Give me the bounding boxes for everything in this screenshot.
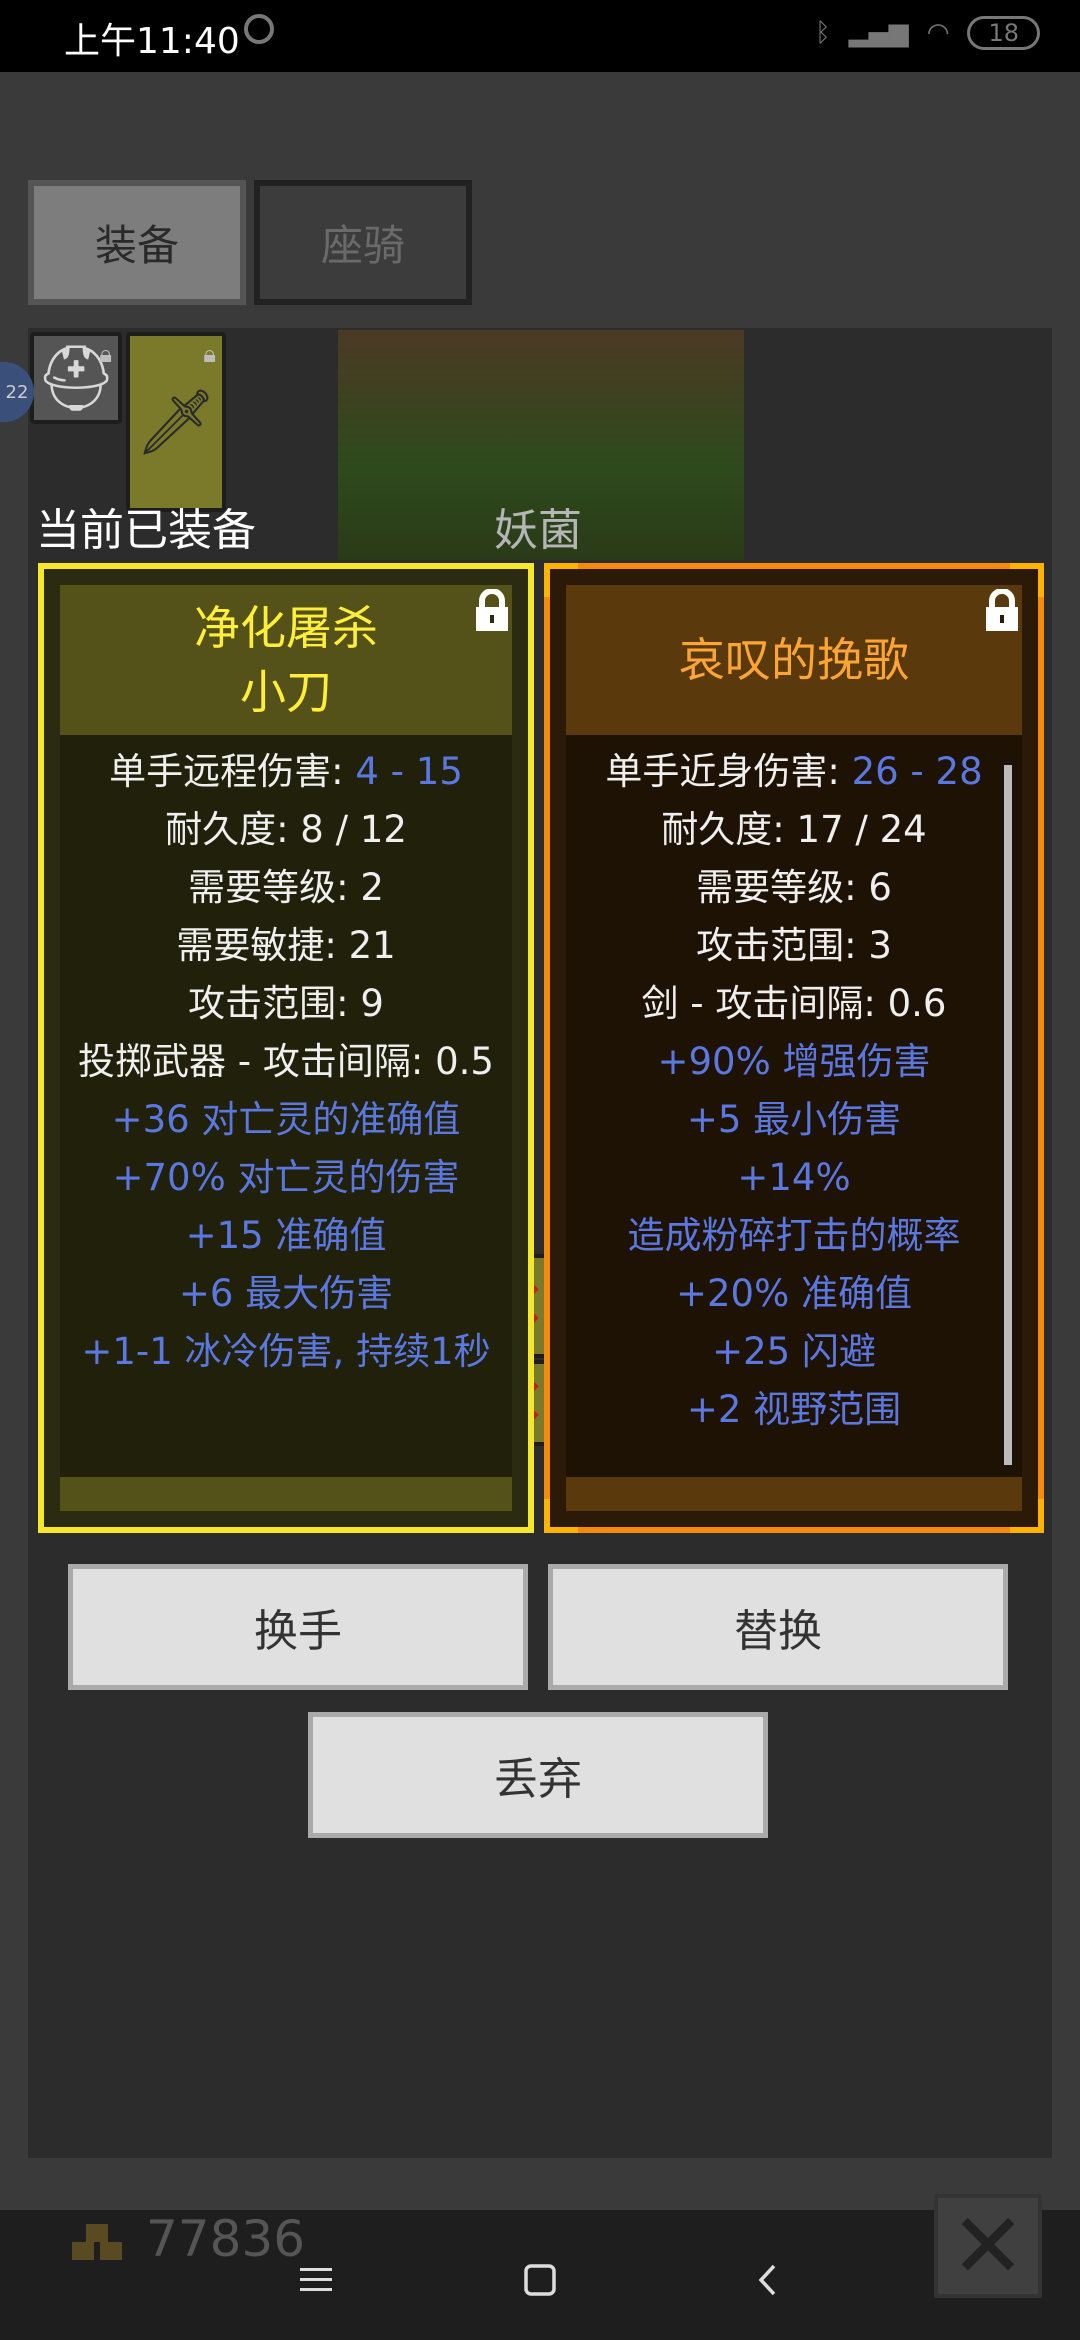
helmet-slot[interactable]: ⛑ 🔒︎ — [30, 332, 122, 424]
stat-bonus: +20% 准确值 — [675, 1272, 912, 1315]
replace-button[interactable]: 替换 — [548, 1564, 1008, 1690]
lock-icon: 🔒︎ — [99, 340, 112, 368]
stat-attack-interval: 剑 - 攻击间隔: 0.6 — [641, 982, 947, 1025]
stat-required-level: 需要等级: 2 — [188, 866, 384, 909]
home-icon — [524, 2264, 556, 2296]
status-icons: ᛒ ▂▄▆ ◠ 18 — [815, 16, 1040, 50]
stat-attack-range: 攻击范围: 9 — [188, 982, 384, 1025]
stat-bonus: 造成粉碎打击的概率 — [627, 1214, 961, 1257]
stat-damage: 单手近身伤害: 26 - 28 — [605, 750, 983, 793]
equipped-item-card: 净化屠杀 小刀 单手远程伤害: 4 - 15 耐久度: 8 / 12 需要等级:… — [38, 563, 534, 1533]
stat-bonus: +70% 对亡灵的伤害 — [112, 1156, 460, 1199]
stat-durability: 耐久度: 8 / 12 — [165, 808, 407, 851]
close-icon: ✕ — [950, 2193, 1026, 2299]
stat-attack-interval: 投掷武器 - 攻击间隔: 0.5 — [78, 1040, 494, 1083]
stat-bonus: +25 闪避 — [712, 1330, 876, 1373]
card-footer — [566, 1477, 1022, 1511]
stat-bonus: +36 对亡灵的准确值 — [111, 1098, 461, 1141]
item-title-line: 哀叹的挽歌 — [679, 633, 909, 687]
stat-attack-range: 攻击范围: 3 — [696, 924, 892, 967]
stat-bonus: +15 准确值 — [185, 1214, 387, 1257]
item-stats: 单手近身伤害: 26 - 28 耐久度: 17 / 24 需要等级: 6 攻击范… — [566, 735, 1022, 1477]
stat-durability: 耐久度: 17 / 24 — [661, 808, 927, 851]
stat-bonus: +6 最大伤害 — [178, 1272, 394, 1315]
wifi-icon: ◠ — [926, 18, 950, 48]
lock-icon: 🔒︎ — [203, 340, 216, 368]
alarm-icon — [244, 14, 274, 44]
tab-equipment[interactable]: 装备 — [28, 180, 246, 305]
stat-bonus: +1-1 冰冷伤害, 持续1秒 — [81, 1330, 491, 1373]
item-title-line: 净化屠杀 — [194, 601, 378, 655]
compared-item-card: 哀叹的挽歌 单手近身伤害: 26 - 28 耐久度: 17 / 24 需要等级:… — [544, 563, 1044, 1533]
stat-bonus: +5 最小伤害 — [686, 1098, 902, 1141]
monster-name-label: 妖菌 — [494, 505, 582, 556]
bluetooth-icon: ᛒ — [815, 18, 831, 48]
card-footer — [60, 1477, 512, 1511]
back-icon — [758, 2264, 776, 2296]
menu-icon — [300, 2268, 332, 2291]
stat-damage: 单手远程伤害: 4 - 15 — [109, 750, 463, 793]
home-nav-button[interactable] — [510, 2250, 570, 2310]
weapon-slot-left[interactable]: 🗡︎ 🔒︎ — [126, 332, 226, 512]
item-title-box: 净化屠杀 小刀 — [60, 585, 512, 735]
battery-indicator: 18 — [967, 16, 1040, 50]
discard-button[interactable]: 丢弃 — [308, 1712, 768, 1838]
item-title-box: 哀叹的挽歌 — [566, 585, 1022, 735]
status-time: 上午11:40 — [64, 21, 240, 62]
gold-amount: 77836 — [146, 2210, 306, 2268]
stats-scrollbar[interactable] — [1004, 765, 1012, 1465]
close-button[interactable]: ✕ — [934, 2193, 1042, 2299]
status-bar: 上午11:40 ᛒ ▂▄▆ ◠ 18 — [0, 0, 1080, 72]
lock-icon[interactable] — [472, 589, 512, 633]
gold-coins-icon — [72, 2224, 122, 2260]
stat-bonus: +90% 增强伤害 — [657, 1040, 931, 1083]
menu-nav-button[interactable] — [286, 2250, 346, 2310]
signal-icon: ▂▄▆ — [848, 18, 909, 48]
current-equipped-label: 当前已装备 — [36, 505, 256, 556]
tab-mount[interactable]: 座骑 — [254, 180, 472, 305]
back-nav-button[interactable] — [738, 2250, 798, 2310]
stat-bonus: +14% — [737, 1156, 851, 1199]
stat-required-level: 需要等级: 6 — [696, 866, 892, 909]
stat-bonus: +2 视野范围 — [686, 1388, 902, 1431]
item-stats: 单手远程伤害: 4 - 15 耐久度: 8 / 12 需要等级: 2 需要敏捷:… — [60, 735, 512, 1477]
stat-required-dexterity: 需要敏捷: 21 — [176, 924, 396, 967]
lock-icon[interactable] — [982, 589, 1022, 633]
item-title-line: 小刀 — [240, 665, 332, 719]
swap-hand-button[interactable]: 换手 — [68, 1564, 528, 1690]
